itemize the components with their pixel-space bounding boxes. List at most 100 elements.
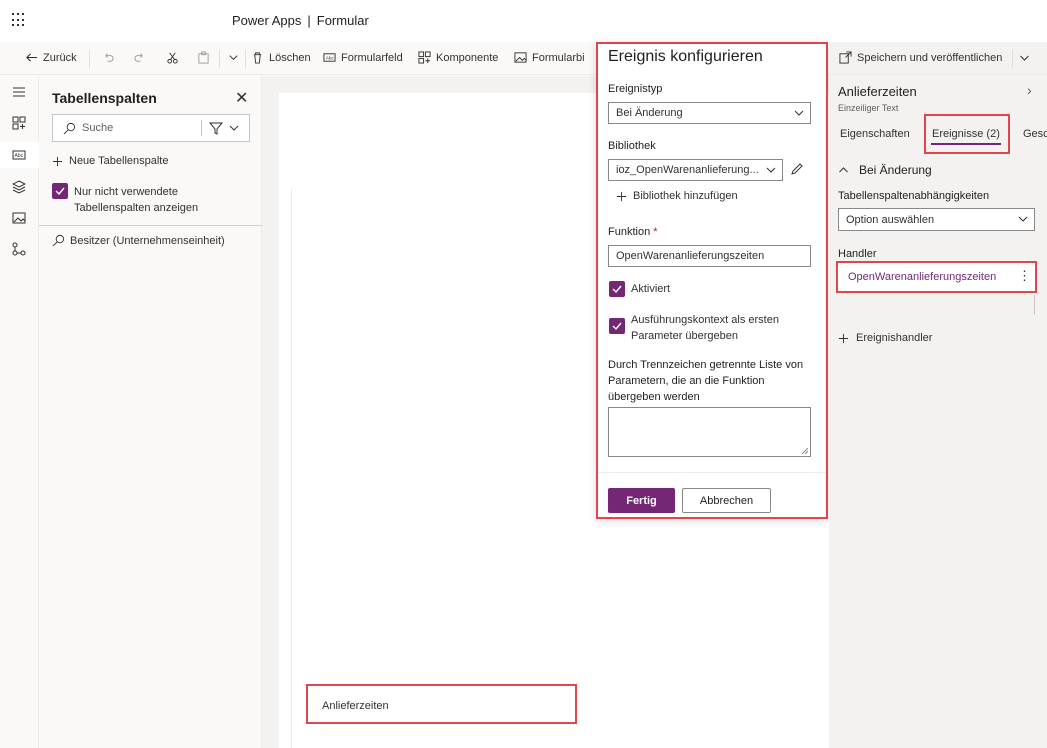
list-item-label: Besitzer (Unternehmenseinheit): [70, 234, 225, 247]
function-input[interactable]: OpenWarenanlieferungszeiten: [608, 245, 811, 267]
add-library-button[interactable]: Bibliothek hinzufügen: [616, 190, 738, 202]
form-field-anlieferzeiten[interactable]: Anlieferzeiten: [306, 684, 577, 724]
search-input[interactable]: Suche: [52, 114, 250, 142]
image-icon[interactable]: [12, 211, 26, 225]
resize-grip-icon[interactable]: [802, 448, 808, 454]
list-item[interactable]: Besitzer (Unternehmenseinheit): [52, 234, 225, 247]
back-button[interactable]: Zurück: [25, 51, 77, 64]
text-field-icon: Abc: [12, 150, 26, 160]
library-value: ioz_OpenWarenanlieferung...: [616, 164, 759, 176]
on-change-section-header[interactable]: Bei Änderung: [838, 163, 932, 177]
svg-text:Abc: Abc: [326, 55, 335, 60]
handler-name: OpenWarenanlieferungszeiten: [848, 271, 997, 283]
dependencies-label: Tabellenspaltenabhängigkeiten: [838, 190, 990, 202]
table-columns-panel: Tabellenspalten ✕ Suche Neue Tabellenspa…: [39, 76, 262, 748]
divider: [1012, 50, 1013, 68]
delete-button[interactable]: Löschen: [251, 51, 311, 64]
divider: [245, 50, 246, 68]
form-field-button[interactable]: Abc Formularfeld: [323, 51, 403, 64]
dialog-title: Ereignis konfigurieren: [608, 48, 763, 65]
component-button[interactable]: Komponente: [418, 51, 498, 64]
event-type-select[interactable]: Bei Änderung: [608, 102, 811, 124]
divider: [291, 188, 292, 748]
pass-context-label: Ausführungskontext als ersten Parameter …: [631, 314, 779, 342]
table-columns-rail-button[interactable]: Abc: [0, 142, 39, 168]
divider: [39, 225, 262, 226]
field-type: Einzeiliger Text: [838, 103, 899, 113]
dependencies-select[interactable]: Option auswählen: [838, 208, 1035, 231]
undo-button[interactable]: [102, 51, 115, 64]
done-button[interactable]: Fertig: [608, 488, 675, 513]
event-type-label: Ereignistyp: [608, 83, 663, 95]
properties-panel: Speichern und veröffentlichen Anlieferze…: [829, 42, 1047, 748]
tab-business-rules[interactable]: Gesc: [1023, 128, 1047, 140]
library-label: Bibliothek: [608, 140, 656, 152]
cut-button[interactable]: [166, 51, 179, 64]
top-bar: Power Apps | Formular: [0, 0, 1047, 42]
enabled-checkbox[interactable]: [609, 281, 625, 297]
app-title: Power Apps | Formular: [232, 13, 369, 28]
add-event-handler-button[interactable]: Ereignishandler: [838, 332, 932, 344]
configure-event-dialog: Ereignis konfigurieren Ereignistyp Bei Ä…: [596, 42, 828, 519]
image-icon: [514, 52, 527, 63]
app-launcher-icon[interactable]: [12, 13, 26, 27]
chevron-down-icon: [794, 110, 804, 116]
edit-pencil-icon[interactable]: [790, 162, 804, 176]
components-icon[interactable]: [12, 116, 26, 130]
section-title: Bei Änderung: [859, 163, 932, 177]
handler-label: Handler: [838, 248, 877, 260]
left-rail: Abc: [0, 76, 39, 748]
right-command-bar: Speichern und veröffentlichen: [829, 42, 1047, 75]
required-marker: *: [653, 226, 658, 238]
undo-icon: [105, 53, 114, 62]
checkmark-icon: [55, 187, 65, 196]
unused-columns-label: Nur nicht verwendete Tabellenspalten anz…: [74, 186, 199, 214]
handler-item[interactable]: OpenWarenanlieferungszeiten ⋮: [836, 261, 1037, 293]
checkmark-icon: [612, 285, 622, 294]
app-name: Power Apps: [232, 13, 302, 28]
tree-view-icon[interactable]: [12, 242, 26, 256]
unused-columns-checkbox[interactable]: [52, 183, 68, 199]
add-handler-label: Ereignishandler: [856, 332, 933, 344]
hamburger-menu-icon[interactable]: [12, 85, 26, 99]
chevron-down-icon: [229, 55, 238, 61]
chevron-down-icon[interactable]: [1019, 53, 1030, 63]
close-icon[interactable]: ✕: [235, 88, 248, 108]
chevron-right-icon[interactable]: ›: [1027, 82, 1032, 98]
params-textarea[interactable]: [608, 407, 811, 457]
title-separator: |: [307, 13, 311, 28]
pass-context-checkbox[interactable]: [609, 318, 625, 334]
redo-icon: [134, 53, 143, 62]
library-select[interactable]: ioz_OpenWarenanlieferung...: [608, 159, 783, 181]
layers-icon[interactable]: [12, 180, 26, 194]
form-field-label: Formularfeld: [341, 51, 403, 64]
plus-icon: [616, 191, 627, 201]
filter-icon[interactable]: [209, 121, 223, 135]
search-placeholder: Suche: [82, 122, 114, 134]
page-name: Formular: [316, 13, 369, 28]
save-publish-icon: [839, 51, 852, 64]
params-label: Durch Trennzeichen getrennte Liste von P…: [608, 359, 804, 403]
component-icon: [418, 51, 431, 64]
tab-properties[interactable]: Eigenschaften: [840, 128, 910, 140]
form-library-button[interactable]: Formularbi: [514, 51, 585, 64]
search-icon: [63, 122, 76, 135]
field-title: Anlieferzeiten: [838, 84, 917, 99]
save-publish-button[interactable]: Speichern und veröffentlichen: [839, 51, 1002, 64]
scrollbar[interactable]: [1034, 295, 1035, 315]
scissors-icon: [167, 52, 178, 64]
more-dropdown-button[interactable]: [227, 51, 240, 64]
paste-button[interactable]: [197, 51, 210, 64]
arrow-left-icon: [26, 53, 38, 62]
cancel-button[interactable]: Abbrechen: [682, 488, 771, 513]
panel-title: Tabellenspalten: [52, 90, 157, 106]
field-label: Anlieferzeiten: [322, 700, 389, 712]
add-library-label: Bibliothek hinzufügen: [633, 190, 738, 202]
event-type-value: Bei Änderung: [616, 107, 683, 119]
new-column-button[interactable]: Neue Tabellenspalte: [52, 155, 168, 167]
more-options-icon[interactable]: ⋮: [1018, 268, 1031, 284]
checkmark-icon: [612, 322, 622, 331]
tab-highlight: [924, 114, 1010, 154]
redo-button[interactable]: [133, 51, 146, 64]
chevron-down-icon[interactable]: [229, 124, 239, 132]
